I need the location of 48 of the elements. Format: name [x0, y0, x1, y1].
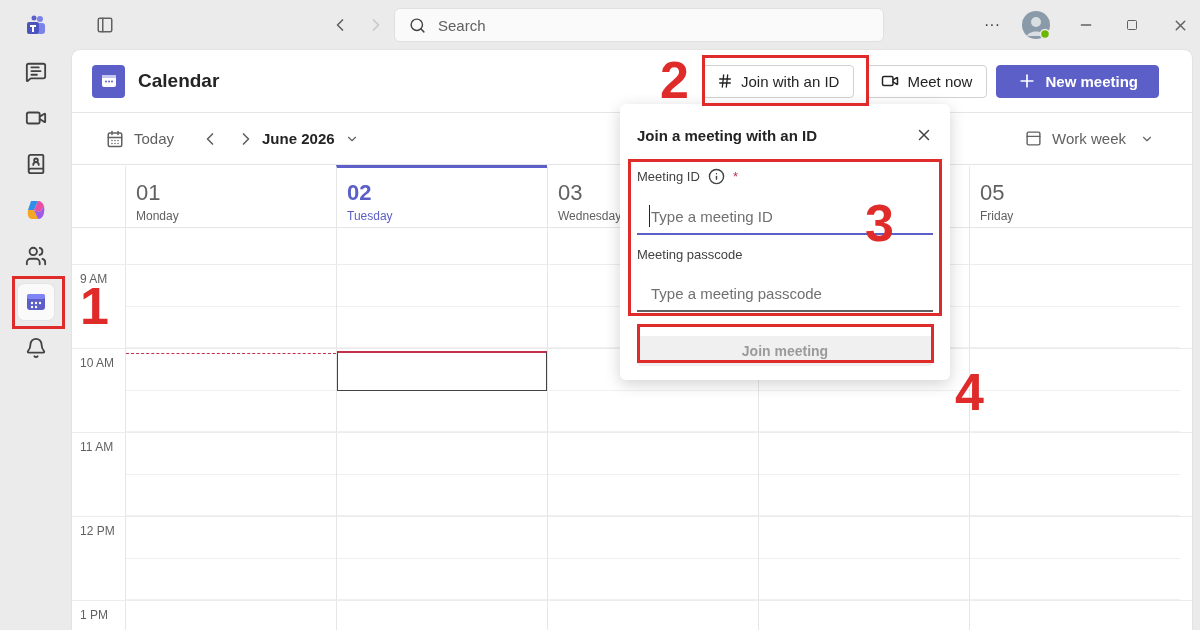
info-icon[interactable] [707, 168, 725, 185]
dialog-title: Join a meeting with an ID [637, 126, 818, 144]
calendar-icon [106, 129, 124, 148]
day-date: 05 [980, 180, 1005, 206]
selected-time-slot[interactable] [337, 351, 547, 391]
day-date: 01 [136, 180, 161, 206]
day-date: 03 [558, 180, 583, 206]
step-number: 4 [955, 372, 984, 413]
day-name: Friday [980, 209, 1014, 223]
step-number: 1 [80, 286, 109, 327]
field-label: Meeting ID [637, 169, 700, 184]
today-button[interactable]: Today [106, 129, 175, 148]
hour-label: 10 AM [80, 356, 115, 370]
hour-label: 1 PM [80, 608, 108, 622]
new-meeting-button[interactable]: New meeting [996, 64, 1159, 98]
more-button[interactable]: ··· [984, 16, 1000, 34]
day-name: Monday [136, 209, 179, 223]
field-label: Meeting passcode [637, 247, 743, 262]
search-icon [409, 16, 426, 34]
people-group-icon [25, 245, 47, 267]
day-name: Tuesday [347, 209, 393, 223]
step-number: 2 [660, 60, 689, 101]
day-header[interactable]: 01 Monday [125, 165, 336, 235]
bell-icon [25, 337, 47, 359]
maximize-icon[interactable] [1126, 19, 1138, 31]
view-dropdown[interactable]: Work week [1025, 130, 1154, 147]
day-date: 02 [347, 180, 372, 206]
chat-icon [25, 61, 47, 83]
contact-book-icon [25, 153, 47, 175]
calendar-app-icon [92, 64, 125, 98]
day-header[interactable]: 05 Friday [969, 165, 1180, 235]
hash-icon [717, 73, 734, 89]
month-label: June 2026 [262, 130, 335, 147]
day-header[interactable]: 02 Tuesday [336, 165, 547, 235]
hour-label: 12 PM [80, 524, 115, 538]
view-icon [1025, 130, 1043, 147]
meet-now-button[interactable]: Meet now [866, 64, 988, 98]
search-field[interactable]: Search [394, 8, 884, 42]
highlight-frame [12, 276, 65, 329]
join-with-id-button[interactable]: Join with an ID [702, 64, 855, 98]
page-title: Calendar [138, 70, 220, 92]
hour-label: 9 AM [80, 272, 108, 286]
calendar-icon [25, 291, 47, 313]
required-mark: * [732, 169, 738, 184]
hour-label: 11 AM [80, 440, 114, 454]
sidebar-toggle-icon[interactable] [96, 16, 114, 34]
day-name: Wednesday [558, 209, 622, 223]
app-bar-item[interactable] [18, 284, 54, 320]
